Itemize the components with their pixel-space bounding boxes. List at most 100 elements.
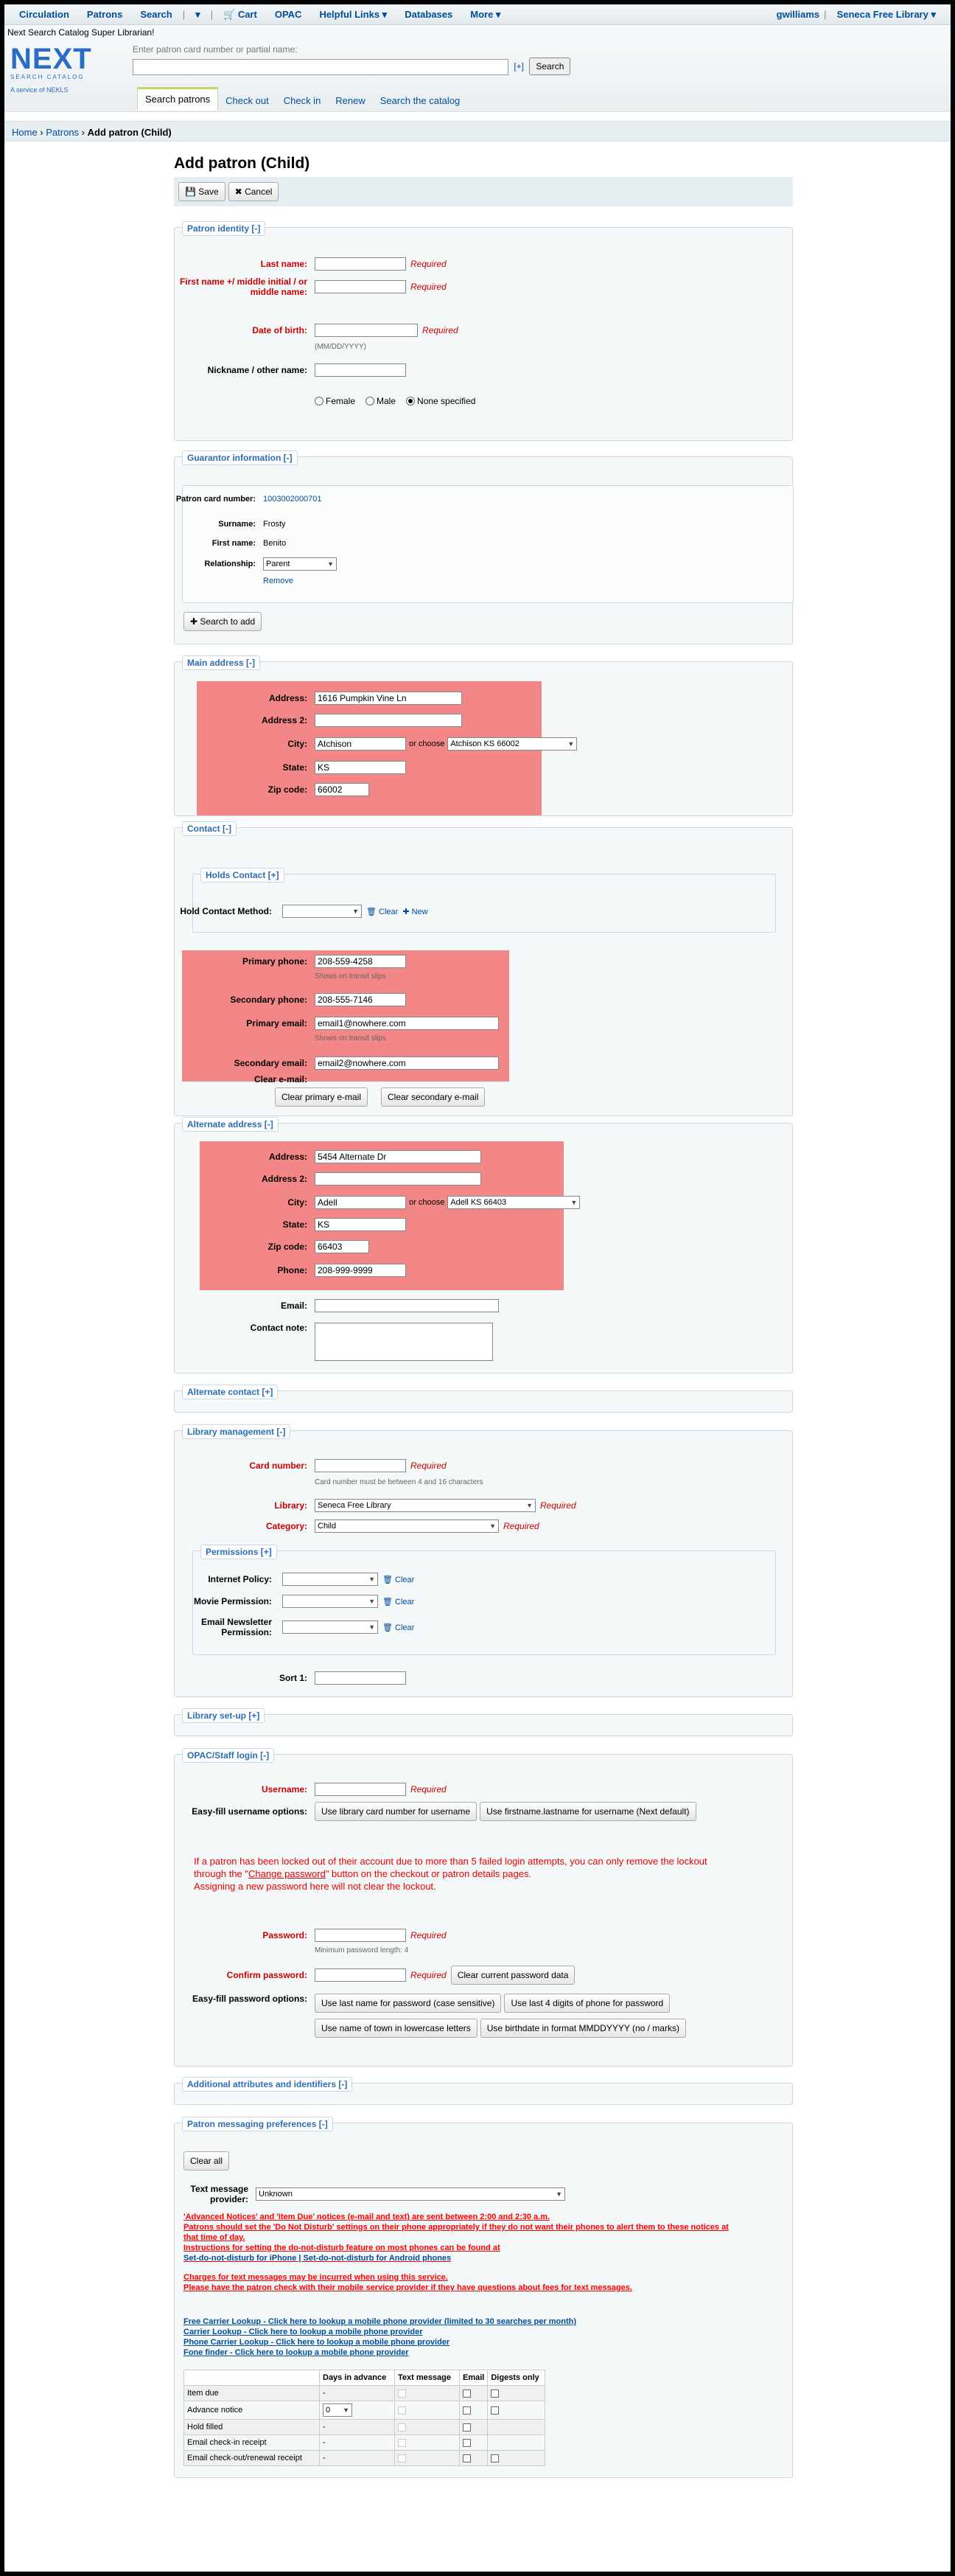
library-select[interactable]: Seneca Free Library ▼ [315,1499,536,1512]
secondary-email-input[interactable]: email2@nowhere.com [315,1056,499,1070]
tab-check-out[interactable]: Check out [218,91,276,111]
address2-input[interactable] [315,714,462,727]
internet-policy-clear[interactable]: 🗑 Clear [382,1575,414,1584]
holds-method-select[interactable]: ▼ [282,905,362,918]
nav-search-dropdown[interactable]: ▾ [195,9,200,21]
primary-email-input[interactable]: email1@nowhere.com [315,1017,499,1030]
guarantor-card-link[interactable]: 1003002000701 [263,495,322,504]
clear-primary-email-button[interactable]: Clear primary e-mail [275,1087,368,1107]
warning-line-4[interactable]: Instructions for setting the do-not-dist… [183,2243,788,2253]
nav-cart[interactable]: 🛒 Cart [223,9,257,21]
main-address-legend[interactable]: Main address [-] [182,655,261,670]
login-legend[interactable]: OPAC/Staff login [-] [182,1748,275,1763]
search-to-add-button[interactable]: ✚ Search to add [183,612,262,631]
nav-opac[interactable]: OPAC [275,9,302,20]
carrier-lookup-link[interactable]: Carrier Lookup - Click here to lookup a … [183,2327,576,2337]
alt-zip-input[interactable]: 66403 [315,1240,369,1253]
free-carrier-lookup-link[interactable]: Free Carrier Lookup - Click here to look… [183,2316,576,2327]
patron-identity-legend[interactable]: Patron identity [-] [182,221,266,236]
library-menu[interactable]: Seneca Free Library ▾ [837,9,936,21]
search-button[interactable]: Search [529,58,571,75]
email-checkbox[interactable] [463,2406,471,2415]
guarantor-legend[interactable]: Guarantor information [-] [182,450,298,465]
user-menu[interactable]: gwilliams [777,9,820,20]
holds-new-link[interactable]: ✚ New [402,907,427,916]
do-not-disturb-links[interactable]: Set-do-not-disturb for iPhone | Set-do-n… [183,2253,788,2263]
state-input[interactable]: KS [315,761,406,774]
breadcrumb-patrons[interactable]: Patrons [46,127,79,138]
alt-city-input[interactable]: Adell [315,1196,406,1209]
holds-contact-legend[interactable]: Holds Contact [+] [200,868,284,883]
alt-phone-input[interactable]: 208-999-9999 [315,1264,406,1277]
digest-checkbox[interactable] [491,2389,500,2398]
alt-address-input[interactable]: 5454 Alternate Dr [315,1150,481,1163]
next-logo[interactable]: NEXT SEARCH CATALOG A service of NEKLS [10,44,128,94]
contact-legend[interactable]: Contact [-] [182,821,237,836]
text-message-checkbox[interactable] [398,2454,406,2462]
days-advance-select[interactable]: 0 ▼ [323,2403,352,2417]
library-management-legend[interactable]: Library management [-] [182,1424,291,1439]
text-message-checkbox[interactable] [398,2389,406,2398]
secondary-phone-input[interactable]: 208-555-7146 [315,993,406,1006]
email-checkbox[interactable] [463,2389,471,2398]
cancel-button[interactable]: ✖ Cancel [228,182,279,201]
radio-male[interactable] [365,397,375,405]
email-checkbox[interactable] [463,2423,471,2431]
library-setup-legend[interactable]: Library set-up [+] [182,1708,265,1723]
confirm-password-input[interactable] [315,1968,406,1982]
movie-permission-clear[interactable]: 🗑 Clear [382,1597,414,1606]
permissions-legend[interactable]: Permissions [+] [200,1545,277,1559]
contact-note-textarea[interactable] [315,1323,493,1361]
username-input[interactable] [315,1783,406,1796]
alt-email-input[interactable] [315,1299,499,1312]
use-card-number-button[interactable]: Use library card number for username [315,1802,478,1821]
alt-city-select[interactable]: Adell KS 66403 ▼ [447,1196,581,1209]
movie-permission-select[interactable]: ▼ [282,1595,378,1608]
nickname-input[interactable] [315,363,406,377]
text-message-checkbox[interactable] [398,2438,406,2447]
change-password-link[interactable]: Change password [248,1868,326,1879]
clear-secondary-email-button[interactable]: Clear secondary e-mail [381,1087,486,1107]
tab-check-in[interactable]: Check in [276,91,329,111]
password-input[interactable] [315,1929,406,1942]
nav-helpful-links[interactable]: Helpful Links ▾ [319,9,387,21]
first-name-input[interactable] [315,280,406,293]
pw-town-name-button[interactable]: Use name of town in lowercase letters [315,2019,478,2038]
dob-input[interactable] [315,324,418,337]
alt-address2-input[interactable] [315,1172,481,1186]
tab-search-catalog[interactable]: Search the catalog [373,91,467,111]
clear-password-button[interactable]: Clear current password data [450,1966,576,1985]
pw-last-name-button[interactable]: Use last name for password (case sensiti… [315,1994,502,2013]
additional-attributes-legend[interactable]: Additional attributes and identifiers [-… [182,2077,353,2092]
text-message-checkbox[interactable] [398,2406,406,2415]
breadcrumb-home[interactable]: Home [12,127,38,138]
holds-clear-link[interactable]: 🗑 Clear [366,907,398,916]
category-select[interactable]: Child ▼ [315,1520,499,1533]
tab-renew[interactable]: Renew [328,91,372,111]
city-select[interactable]: Atchison KS 66002 ▼ [447,737,578,751]
alternate-address-legend[interactable]: Alternate address [-] [182,1117,279,1132]
nav-circulation[interactable]: Circulation [19,9,69,20]
city-input[interactable]: Atchison [315,737,406,751]
radio-none-specified[interactable] [406,397,416,405]
nav-more[interactable]: More ▾ [470,9,500,21]
internet-policy-select[interactable]: ▼ [282,1573,378,1586]
digest-checkbox[interactable] [491,2406,500,2415]
phone-carrier-lookup-link[interactable]: Phone Carrier Lookup - Click here to loo… [183,2337,576,2347]
zip-input[interactable]: 66002 [315,783,369,796]
messaging-legend[interactable]: Patron messaging preferences [-] [182,2117,333,2131]
digest-checkbox[interactable] [491,2454,500,2462]
save-button[interactable]: 💾 Save [178,182,225,201]
alt-state-input[interactable]: KS [315,1218,406,1231]
newsletter-permission-clear[interactable]: 🗑 Clear [382,1623,414,1632]
address-input[interactable]: 1616 Pumpkin Vine Ln [315,692,462,705]
search-expand-link[interactable]: [+] [514,61,524,72]
remove-guarantor-link[interactable]: Remove [263,577,293,585]
patron-search-input[interactable] [133,58,508,75]
tab-search-patrons[interactable]: Search patrons [137,87,219,111]
last-name-input[interactable] [315,257,406,271]
nav-databases[interactable]: Databases [405,9,452,20]
text-message-checkbox[interactable] [398,2423,406,2431]
radio-female[interactable] [315,397,323,405]
pw-birthdate-button[interactable]: Use birthdate in format MMDDYYYY (no / m… [480,2019,686,2038]
